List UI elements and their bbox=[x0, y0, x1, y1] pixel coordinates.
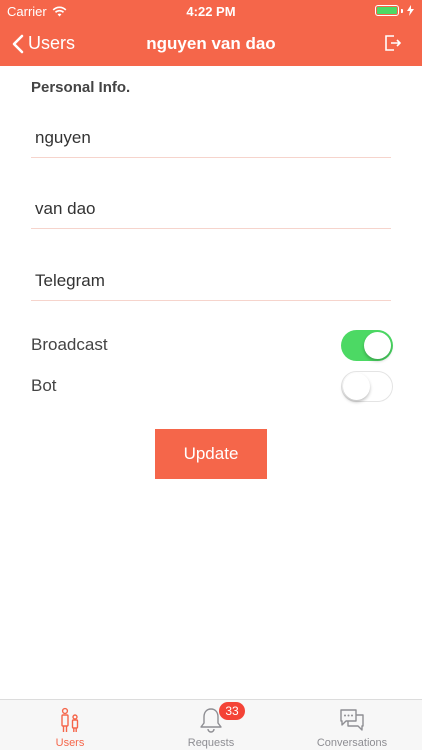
tab-users[interactable]: Users bbox=[0, 700, 140, 750]
tab-bar: Users 33 Requests Conversations bbox=[0, 699, 422, 750]
charging-icon bbox=[407, 5, 414, 16]
toggle-knob bbox=[343, 373, 370, 400]
users-icon bbox=[61, 707, 79, 732]
bot-label: Bot bbox=[31, 376, 57, 395]
platform-field[interactable] bbox=[31, 261, 391, 301]
navigation-bar: Users nguyen van dao bbox=[0, 22, 422, 66]
tab-label: Conversations bbox=[316, 737, 388, 749]
app-header: Carrier 4:22 PM Users nguyen van dao bbox=[0, 0, 422, 66]
broadcast-label: Broadcast bbox=[31, 335, 108, 354]
chat-bubbles-icon bbox=[340, 709, 364, 731]
battery-icon bbox=[375, 5, 414, 16]
page-title: nguyen van dao bbox=[146, 34, 276, 53]
tab-conversations[interactable]: Conversations bbox=[282, 700, 422, 750]
last-name-field[interactable] bbox=[31, 189, 391, 229]
logout-icon[interactable] bbox=[384, 34, 402, 52]
section-title: Personal Info. bbox=[31, 79, 131, 96]
broadcast-toggle[interactable] bbox=[341, 330, 393, 361]
update-button[interactable]: Update bbox=[155, 429, 267, 479]
requests-badge: 33 bbox=[219, 702, 245, 720]
bot-toggle[interactable] bbox=[341, 371, 393, 402]
status-bar: Carrier 4:22 PM bbox=[0, 0, 422, 22]
status-time: 4:22 PM bbox=[186, 4, 236, 19]
tab-label: Users bbox=[55, 737, 85, 749]
tab-label: Requests bbox=[187, 737, 235, 749]
toggle-knob bbox=[364, 332, 391, 359]
tab-requests[interactable]: 33 Requests bbox=[141, 700, 281, 750]
first-name-field[interactable] bbox=[31, 118, 391, 158]
